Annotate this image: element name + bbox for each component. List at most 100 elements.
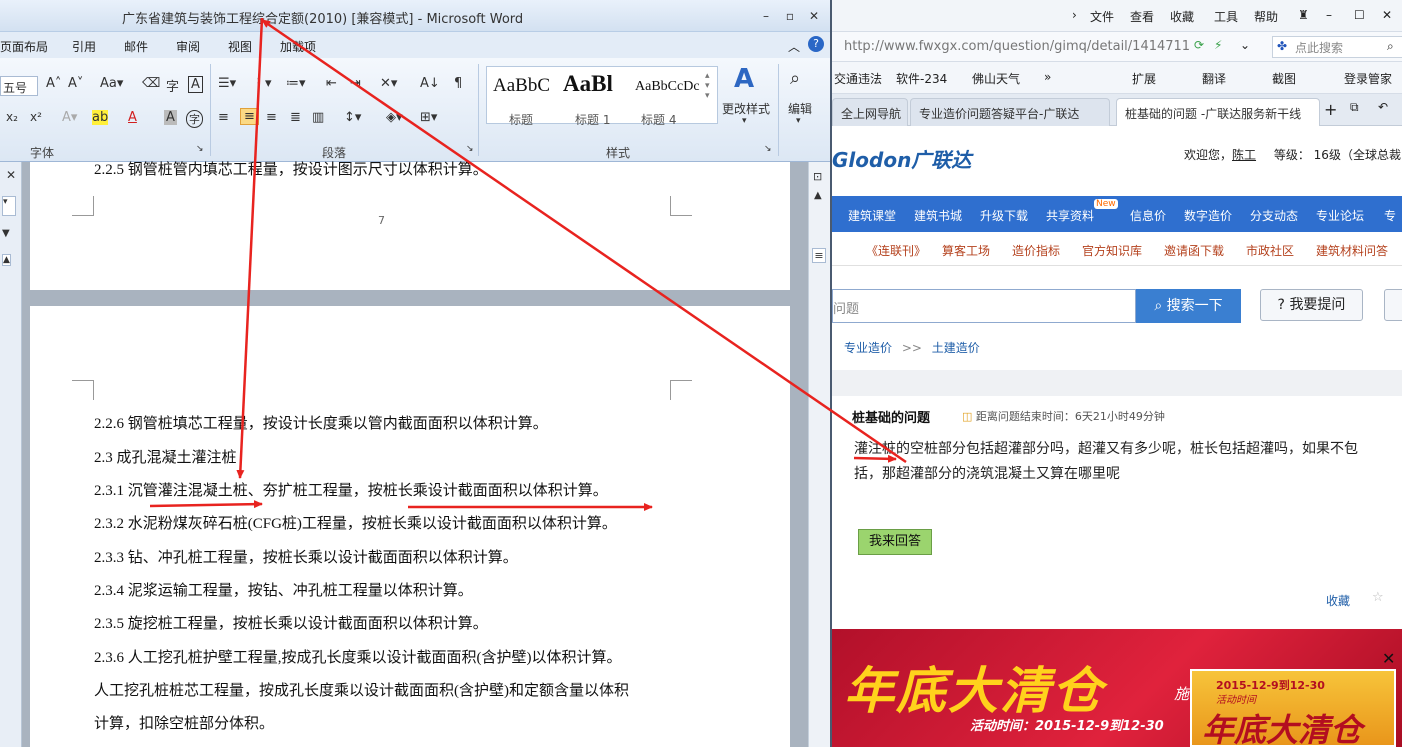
bookmark-item[interactable]: 佛山天气 — [972, 70, 1020, 87]
refresh-icon[interactable]: ⟳ — [1194, 38, 1204, 52]
glodon-logo[interactable]: Glodon广联达 — [832, 144, 971, 173]
shirt-icon[interactable]: ♜ — [1298, 8, 1309, 22]
binoculars-icon[interactable]: ⌕ — [790, 68, 800, 89]
style-name-title[interactable]: 标题 — [509, 111, 533, 128]
menu-help[interactable]: 帮助 — [1254, 8, 1278, 25]
popup-ad[interactable]: 2015-12-9到12-30 活动时间 年底大清仓 — [1190, 669, 1396, 747]
close-ad-icon[interactable]: ✕ — [1382, 649, 1395, 668]
star-icon[interactable]: ☆ — [1372, 590, 1384, 605]
maximize-icon[interactable]: ☐ — [1354, 8, 1365, 22]
close-icon[interactable]: ✕ — [1382, 8, 1392, 22]
ribbon-collapse-icon[interactable]: ︿ — [788, 38, 800, 55]
minimize-icon[interactable]: – — [758, 8, 774, 24]
nav-link[interactable]: 市政社区 — [1246, 242, 1294, 259]
sort-icon[interactable]: A↓ — [420, 76, 440, 91]
char-border-icon[interactable]: A — [188, 76, 203, 93]
bookmark-item[interactable]: 交通违法 — [834, 70, 882, 87]
close-icon[interactable]: ✕ — [806, 8, 822, 24]
url-field[interactable]: http://www.fwxgx.com/question/gimq/detai… — [844, 39, 1190, 54]
scroll-thumb[interactable]: ≡ — [812, 248, 826, 263]
nav-link[interactable]: 官方知识库 — [1082, 242, 1142, 259]
shading-icon[interactable]: ◈▾ — [386, 110, 403, 125]
breadcrumb-item[interactable]: 土建造价 — [932, 341, 980, 355]
subscript-icon[interactable]: x₂ — [6, 110, 18, 124]
favorite-link[interactable]: 收藏 — [1326, 592, 1350, 609]
char-shading-icon[interactable]: A — [164, 110, 177, 125]
scroll-up-icon[interactable]: ▲ — [814, 190, 822, 201]
numbering-icon[interactable]: ⋮▾ — [252, 76, 272, 91]
grow-font-icon[interactable]: A˄ — [46, 76, 61, 91]
username-link[interactable]: 陈工 — [1232, 148, 1256, 162]
browser-tab[interactable]: 专业造价问题答疑平台-广联达 — [910, 98, 1110, 126]
screenshot-menu[interactable]: 截图 — [1272, 70, 1296, 87]
new-tab-icon[interactable]: + — [1324, 100, 1337, 119]
double-chevron-icon[interactable]: » — [1044, 70, 1051, 84]
chevron-right-icon[interactable]: › — [1072, 8, 1077, 22]
font-color-icon[interactable]: A — [128, 110, 137, 125]
tab-references[interactable]: 引用 — [72, 38, 96, 55]
tab-mailings[interactable]: 邮件 — [124, 38, 148, 55]
vertical-scrollbar[interactable]: ⊡ ▲ ≡ — [808, 162, 830, 747]
ask-question-button[interactable]: ? 我要提问 — [1260, 289, 1363, 321]
menu-file[interactable]: 文件 — [1090, 8, 1114, 25]
nav-link[interactable]: 算客工场 — [942, 242, 990, 259]
style-sample-heading4[interactable]: AaBbCcDc — [635, 79, 700, 95]
ruler-toggle-icon[interactable]: ⊡ — [813, 170, 822, 183]
nav-item[interactable]: 专业论坛 — [1316, 207, 1364, 224]
style-sample-title[interactable]: AaBbC — [493, 75, 550, 97]
menu-tools[interactable]: 工具 — [1214, 8, 1238, 25]
nav-item[interactable]: 分支动态 — [1250, 207, 1298, 224]
extension-menu[interactable]: 扩展 — [1132, 70, 1156, 87]
change-case-icon[interactable]: Aa▾ — [100, 76, 123, 91]
tab-view[interactable]: 视图 — [228, 38, 252, 55]
answer-button[interactable]: 我来回答 — [858, 529, 932, 555]
font-size-select[interactable]: 五号 — [0, 76, 38, 96]
nav-item[interactable]: 升级下载 — [980, 207, 1028, 224]
tab-list-icon[interactable]: ⧉ — [1350, 100, 1359, 115]
tab-review[interactable]: 审阅 — [176, 38, 200, 55]
help-icon[interactable]: ? — [808, 36, 824, 52]
borders-icon[interactable]: ⊞▾ — [420, 110, 437, 125]
chevron-down-icon[interactable]: ▾ — [742, 116, 747, 126]
chevron-down-icon[interactable]: ⌄ — [1240, 38, 1250, 52]
undo-close-icon[interactable]: ↶ — [1378, 100, 1388, 114]
nav-item[interactable]: 专 — [1384, 207, 1396, 224]
decrease-indent-icon[interactable]: ⇤ — [326, 76, 337, 91]
justify-icon[interactable]: ≣ — [290, 110, 301, 125]
tab-page-layout[interactable]: 页面布局 — [0, 38, 48, 55]
minimize-icon[interactable]: – — [1326, 8, 1332, 22]
change-styles-icon[interactable]: A — [734, 64, 754, 94]
clear-format-icon[interactable]: ⌫ — [142, 76, 160, 91]
style-name-heading1[interactable]: 标题 1 — [575, 111, 610, 128]
menu-favorites[interactable]: 收藏 — [1170, 8, 1194, 25]
question-search-input[interactable]: 问题 — [832, 289, 1136, 323]
edit-button[interactable] — [1384, 289, 1402, 321]
superscript-icon[interactable]: x² — [30, 110, 42, 124]
login-manager[interactable]: 登录管家 — [1344, 70, 1392, 87]
chevron-down-icon[interactable]: ▾ — [796, 116, 801, 126]
chevron-down-icon[interactable]: ▼ — [2, 228, 10, 239]
promo-banner[interactable]: 年底大清仓 施 活动时间：2015-12-9到12-30 2015-12-9到1… — [832, 629, 1402, 747]
show-marks-icon[interactable]: ¶ — [454, 76, 462, 91]
translate-menu[interactable]: 翻译 — [1202, 70, 1226, 87]
search-icon[interactable]: ⌕ — [1387, 39, 1394, 54]
browser-tab-active[interactable]: 桩基础的问题 -广联达服务新干线 — [1116, 98, 1320, 126]
nav-link[interactable]: 造价指标 — [1012, 242, 1060, 259]
align-center-icon[interactable]: ≡ — [240, 108, 259, 125]
nav-item[interactable]: 建筑书城 — [914, 207, 962, 224]
style-name-heading4[interactable]: 标题 4 — [641, 111, 676, 128]
style-sample-heading1[interactable]: AaBl — [563, 71, 613, 97]
enclose-char-icon[interactable]: 字 — [186, 110, 203, 128]
bookmark-item[interactable]: 软件-234 — [896, 70, 947, 87]
distribute-icon[interactable]: ▥ — [312, 110, 324, 125]
styles-dialog-icon[interactable]: ↘ — [764, 144, 772, 154]
multilevel-icon[interactable]: ≔▾ — [286, 76, 306, 91]
align-left-icon[interactable]: ≡ — [218, 110, 229, 125]
breadcrumb-item[interactable]: 专业造价 — [844, 341, 892, 355]
nav-item[interactable]: 数字造价 — [1184, 207, 1232, 224]
phonetic-icon[interactable]: 字 — [166, 76, 179, 95]
line-spacing-icon[interactable]: ↕▾ — [344, 110, 361, 125]
edit-label[interactable]: 编辑 — [788, 100, 812, 117]
change-styles-label[interactable]: 更改样式 — [722, 100, 770, 117]
nav-item[interactable]: 信息价 — [1130, 207, 1166, 224]
